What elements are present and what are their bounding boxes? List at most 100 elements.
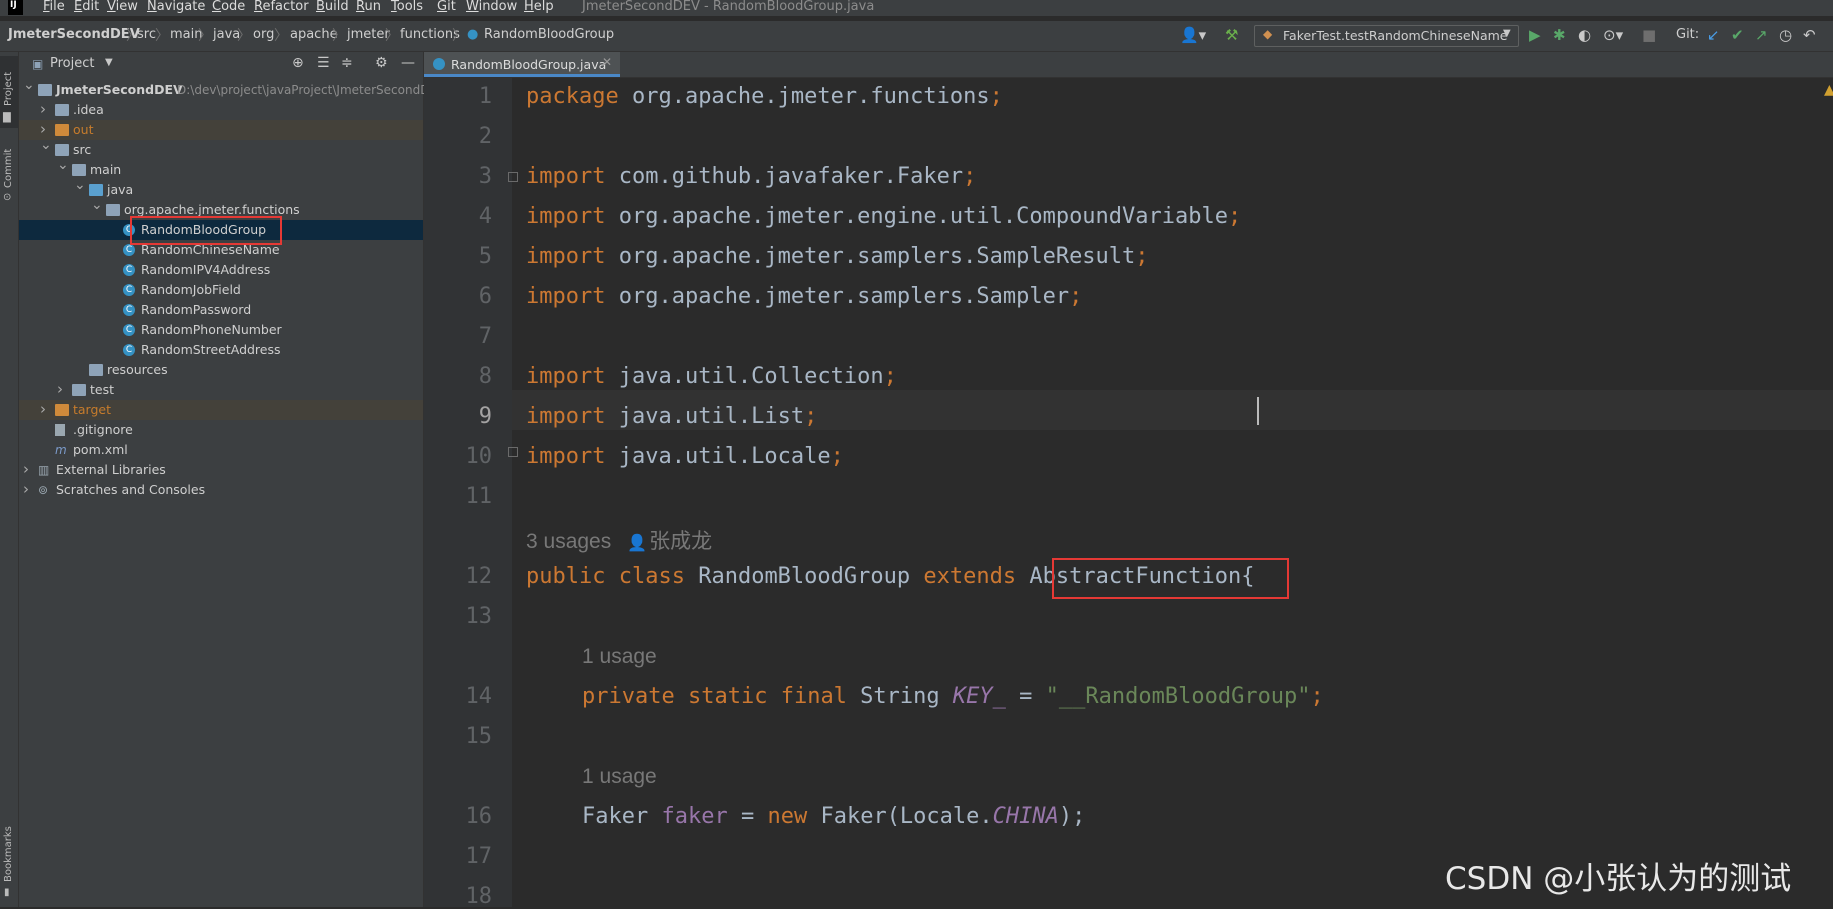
- usages-hint[interactable]: 3 usages 👤张成龙: [526, 525, 712, 555]
- code-line-3[interactable]: import com.github.javafaker.Faker;: [526, 164, 976, 189]
- tree-item[interactable]: C RandomJobField: [19, 280, 423, 300]
- tree-item[interactable]: C RandomPassword: [19, 300, 423, 320]
- menu-tools[interactable]: Tools: [391, 0, 423, 14]
- tree-item-label: out: [73, 122, 94, 137]
- menu-build[interactable]: Build: [316, 0, 349, 14]
- tree-item[interactable]: C RandomChineseName: [19, 240, 423, 260]
- tab-label: RandomBloodGroup.java: [451, 57, 607, 72]
- fold-icon[interactable]: [508, 172, 518, 182]
- breadcrumb-separator-icon: 〉: [155, 28, 169, 44]
- tree-item[interactable]: m pom.xml: [19, 440, 423, 460]
- git-history-icon[interactable]: ◷: [1779, 25, 1792, 45]
- breadcrumb-jmeter[interactable]: jmeter: [347, 27, 390, 42]
- tree-item[interactable]: › ⊚ Scratches and Consoles: [19, 480, 423, 500]
- semicolon: ;: [989, 84, 1003, 109]
- close-icon[interactable]: ✕: [602, 55, 612, 69]
- menu-code[interactable]: Code: [212, 0, 245, 14]
- project-tool-tab[interactable]: Project ▇: [0, 56, 18, 128]
- breadcrumb-randombloodgroup[interactable]: RandomBloodGroup: [484, 27, 614, 42]
- breadcrumb-project[interactable]: JmeterSecondDEV: [8, 27, 140, 42]
- bookmarks-tool-tab[interactable]: Bookmarks ▮: [0, 802, 18, 902]
- line-number: 7: [478, 324, 492, 349]
- code-line-16[interactable]: Faker faker = new Faker(Locale.CHINA);: [582, 804, 1085, 829]
- tree-item[interactable]: C RandomStreetAddress: [19, 340, 423, 360]
- chevron-right-icon[interactable]: ›: [57, 379, 63, 399]
- code-line-4[interactable]: import org.apache.jmeter.engine.util.Com…: [526, 204, 1241, 229]
- tree-item[interactable]: C RandomBloodGroup: [19, 220, 423, 240]
- chevron-down-icon[interactable]: ⌄: [23, 75, 35, 95]
- stop-icon[interactable]: ■: [1642, 25, 1656, 45]
- chevron-down-icon[interactable]: ⌄: [40, 135, 52, 155]
- string-literal: "__RandomBloodGroup": [1045, 684, 1311, 709]
- code-line-5[interactable]: import org.apache.jmeter.samplers.Sample…: [526, 244, 1149, 269]
- breadcrumb-org[interactable]: org: [253, 27, 274, 42]
- tree-item[interactable]: ⌄ src: [19, 137, 423, 160]
- gear-icon[interactable]: ⚙: [375, 55, 388, 71]
- chevron-right-icon[interactable]: ›: [23, 479, 29, 499]
- chevron-down-icon[interactable]: ▼: [105, 57, 113, 68]
- run-configuration-select[interactable]: ◆ FakerTest.testRandomChineseName ▼: [1254, 25, 1519, 47]
- tree-item[interactable]: › .idea: [19, 100, 423, 120]
- menu-navigate[interactable]: Navigate: [147, 0, 205, 14]
- run-icon[interactable]: ▶: [1529, 25, 1541, 45]
- build-hammer-icon[interactable]: ⚒: [1225, 25, 1238, 45]
- tree-item[interactable]: ⌄ org.apache.jmeter.functions: [19, 197, 423, 220]
- fold-icon[interactable]: [508, 447, 518, 457]
- locate-file-icon[interactable]: ⊕: [292, 55, 304, 71]
- menu-edit[interactable]: Edit: [74, 0, 99, 14]
- menu-view[interactable]: View: [107, 0, 138, 14]
- coverage-icon[interactable]: ◐: [1578, 25, 1591, 45]
- tree-item[interactable]: resources: [19, 360, 423, 380]
- hide-panel-icon[interactable]: —: [401, 55, 415, 71]
- menu-help[interactable]: Help: [524, 0, 554, 14]
- chevron-right-icon[interactable]: ›: [40, 99, 46, 119]
- warning-icon[interactable]: ▲: [1824, 82, 1833, 98]
- git-push-icon[interactable]: ↗: [1755, 25, 1768, 45]
- code-line-8[interactable]: import java.util.Collection;: [526, 364, 897, 389]
- code-line-9[interactable]: import java.util.List;: [526, 404, 817, 429]
- profile-icon[interactable]: ⊙▾: [1603, 25, 1623, 45]
- folder-icon: [38, 84, 52, 96]
- code-line-6[interactable]: import org.apache.jmeter.samplers.Sample…: [526, 284, 1082, 309]
- chevron-down-icon[interactable]: ⌄: [57, 155, 69, 175]
- commit-tool-tab[interactable]: Commit ⊙: [0, 136, 18, 206]
- menu-refactor[interactable]: Refactor: [254, 0, 309, 14]
- collapse-all-icon[interactable]: ≑: [341, 55, 353, 71]
- tree-item[interactable]: ⌄ java: [19, 177, 423, 200]
- usage-hint[interactable]: 1 usage: [582, 645, 657, 669]
- menu-run[interactable]: Run: [356, 0, 381, 14]
- tab-randombloodgroup[interactable]: RandomBloodGroup.java ✕: [424, 52, 620, 77]
- usage-hint[interactable]: 1 usage: [582, 765, 657, 789]
- chevron-down-icon[interactable]: ⌄: [91, 195, 103, 215]
- import-path: java.util.List: [605, 404, 805, 429]
- tree-item[interactable]: › ▥ External Libraries: [19, 460, 423, 480]
- project-panel-title[interactable]: Project: [50, 56, 94, 71]
- menu-git[interactable]: Git: [437, 0, 456, 14]
- menu-file[interactable]: File: [43, 0, 65, 14]
- expand-all-icon[interactable]: ☰: [317, 55, 330, 71]
- tree-item-label: RandomPassword: [141, 302, 252, 317]
- git-commit-icon[interactable]: ✔: [1731, 25, 1744, 45]
- tree-item[interactable]: C RandomPhoneNumber: [19, 320, 423, 340]
- code-line-14[interactable]: private static final String KEY_ = "__Ra…: [582, 684, 1324, 709]
- user-icon[interactable]: 👤▾: [1180, 25, 1206, 45]
- tree-item[interactable]: › target: [19, 400, 423, 420]
- chevron-right-icon[interactable]: ›: [40, 399, 46, 419]
- tree-item[interactable]: C RandomIPV4Address: [19, 260, 423, 280]
- debug-icon[interactable]: ✱: [1553, 25, 1566, 45]
- code-line-10[interactable]: import java.util.Locale;: [526, 444, 844, 469]
- tree-item[interactable]: .gitignore: [19, 420, 423, 440]
- git-rollback-icon[interactable]: ↶: [1803, 25, 1816, 45]
- tree-item[interactable]: › test: [19, 380, 423, 400]
- tree-item[interactable]: › out: [19, 120, 423, 140]
- breadcrumb-functions[interactable]: functions: [400, 27, 460, 42]
- tree-item[interactable]: ⌄ JmeterSecondDEV D:\dev\project\javaProje…: [19, 77, 429, 100]
- chevron-right-icon[interactable]: ›: [23, 459, 29, 479]
- chevron-down-icon[interactable]: ⌄: [74, 175, 86, 195]
- code-line-1[interactable]: package org.apache.jmeter.functions;: [526, 84, 1003, 109]
- git-update-icon[interactable]: ↙: [1707, 25, 1720, 45]
- breadcrumb-apache[interactable]: apache: [290, 27, 338, 42]
- menu-window[interactable]: Window: [466, 0, 517, 14]
- code-line-12[interactable]: public class RandomBloodGroup extends Ab…: [526, 564, 1255, 589]
- breadcrumb-src[interactable]: src: [137, 27, 156, 42]
